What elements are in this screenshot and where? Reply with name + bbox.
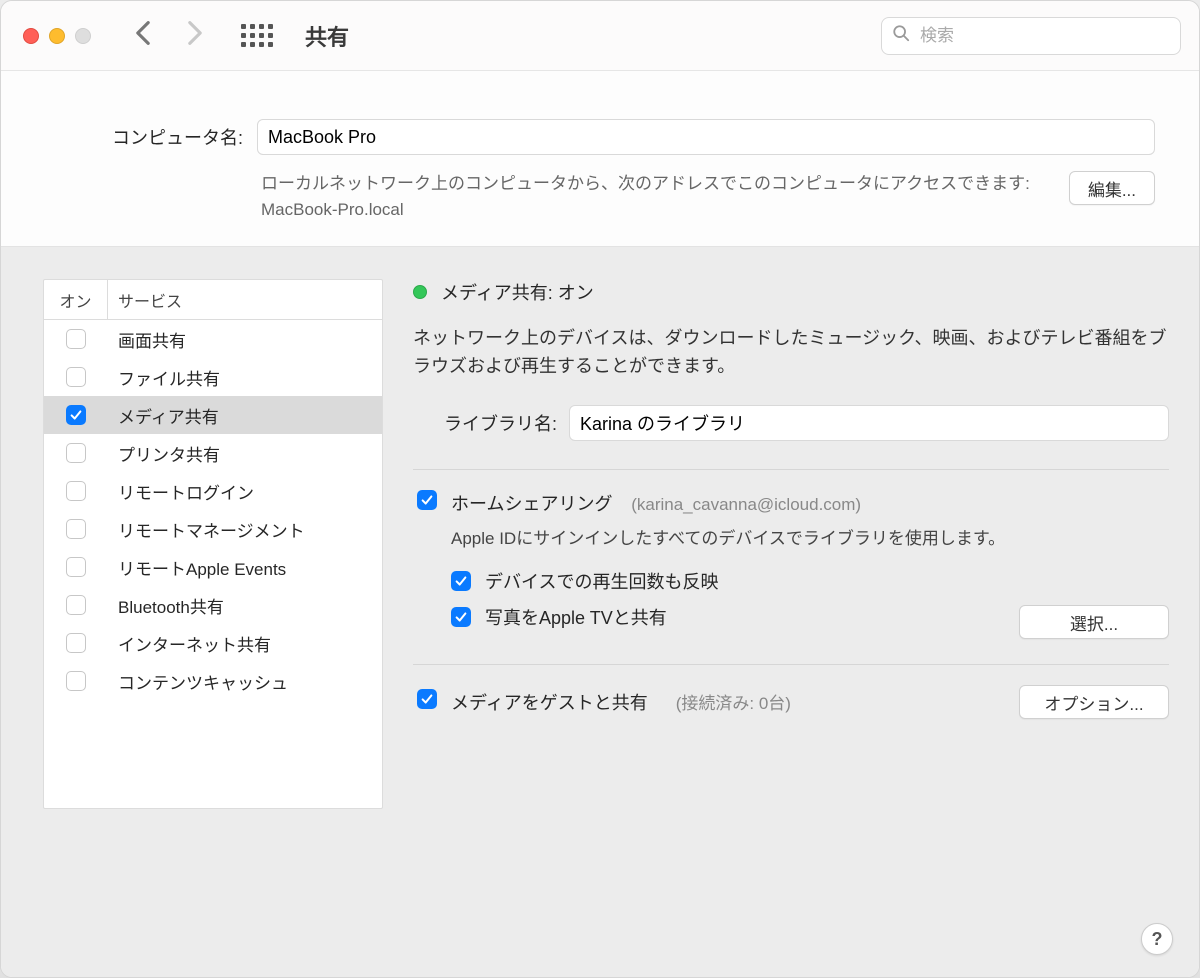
service-item[interactable]: メディア共有 xyxy=(44,396,382,434)
service-name: ファイル共有 xyxy=(108,365,382,390)
service-name: Bluetooth共有 xyxy=(108,593,382,618)
service-checkbox[interactable] xyxy=(66,481,86,501)
photos-label: 写真をApple TVと共有 xyxy=(485,604,667,630)
photos-select-button[interactable]: 選択... xyxy=(1019,605,1169,639)
maximize-window-button xyxy=(75,28,91,44)
library-name-label: ライブラリ名: xyxy=(413,410,569,436)
service-item[interactable]: Bluetooth共有 xyxy=(44,586,382,624)
service-checkbox[interactable] xyxy=(66,595,86,615)
computer-name-description: ローカルネットワーク上のコンピュータから、次のアドレスでこのコンピュータにアクセ… xyxy=(257,171,1051,222)
playcount-checkbox[interactable] xyxy=(451,571,471,591)
service-item[interactable]: 画面共有 xyxy=(44,320,382,358)
service-checkbox[interactable] xyxy=(66,519,86,539)
status-text: メディア共有: オン xyxy=(441,279,594,305)
guest-sharing-checkbox[interactable] xyxy=(417,689,437,709)
guest-sharing-status: (接続済み: 0台) xyxy=(676,689,791,714)
service-checkbox[interactable] xyxy=(66,329,86,349)
service-item[interactable]: インターネット共有 xyxy=(44,624,382,662)
close-window-button[interactable] xyxy=(23,28,39,44)
service-checkbox[interactable] xyxy=(66,367,86,387)
status-row: メディア共有: オン xyxy=(413,279,1169,305)
service-checkbox[interactable] xyxy=(66,405,86,425)
service-checkbox[interactable] xyxy=(66,557,86,577)
service-item[interactable]: コンテンツキャッシュ xyxy=(44,662,382,700)
service-name: コンテンツキャッシュ xyxy=(108,669,382,694)
sidebar-col-on: オン xyxy=(44,280,108,319)
service-name: リモートマネージメント xyxy=(108,517,382,542)
minimize-window-button[interactable] xyxy=(49,28,65,44)
guest-sharing-row: メディアをゲストと共有 (接続済み: 0台) オプション... xyxy=(413,685,1169,719)
computer-name-section: コンピュータ名: ローカルネットワーク上のコンピュータから、次のアドレスでこのコ… xyxy=(1,71,1199,247)
edit-button[interactable]: 編集... xyxy=(1069,171,1155,205)
titlebar: 共有 xyxy=(1,1,1199,71)
service-checkbox[interactable] xyxy=(66,633,86,653)
status-indicator-icon xyxy=(413,285,427,299)
home-sharing-label: ホームシェアリング xyxy=(451,494,612,514)
back-button[interactable] xyxy=(135,20,151,51)
divider xyxy=(413,469,1169,470)
show-all-icon[interactable] xyxy=(241,24,273,47)
main-content: オン サービス 画面共有ファイル共有メディア共有プリンタ共有リモートログインリモ… xyxy=(1,247,1199,977)
services-list: 画面共有ファイル共有メディア共有プリンタ共有リモートログインリモートマネージメン… xyxy=(44,320,382,808)
service-name: プリンタ共有 xyxy=(108,441,382,466)
search-input[interactable] xyxy=(918,25,1170,47)
home-sharing-checkbox[interactable] xyxy=(417,490,437,510)
home-sharing-account: (karina_cavanna@icloud.com) xyxy=(631,495,861,514)
services-sidebar: オン サービス 画面共有ファイル共有メディア共有プリンタ共有リモートログインリモ… xyxy=(43,279,383,809)
service-item[interactable]: リモートログイン xyxy=(44,472,382,510)
service-item[interactable]: リモートマネージメント xyxy=(44,510,382,548)
playcount-label: デバイスでの再生回数も反映 xyxy=(485,568,718,594)
service-checkbox[interactable] xyxy=(66,443,86,463)
sidebar-header: オン サービス xyxy=(44,280,382,320)
sidebar-col-service: サービス xyxy=(108,288,382,312)
service-name: メディア共有 xyxy=(108,403,382,428)
service-name: インターネット共有 xyxy=(108,631,382,656)
computer-name-input[interactable] xyxy=(257,119,1155,155)
home-sharing-row: ホームシェアリング (karina_cavanna@icloud.com) Ap… xyxy=(413,490,1169,640)
service-item[interactable]: リモートApple Events xyxy=(44,548,382,586)
guest-options-button[interactable]: オプション... xyxy=(1019,685,1169,719)
guest-sharing-label: メディアをゲストと共有 xyxy=(451,689,648,715)
service-name: リモートApple Events xyxy=(108,555,382,580)
service-name: リモートログイン xyxy=(108,479,382,504)
service-checkbox[interactable] xyxy=(66,671,86,691)
service-item[interactable]: ファイル共有 xyxy=(44,358,382,396)
library-name-input[interactable] xyxy=(569,405,1169,441)
window-title: 共有 xyxy=(305,20,349,52)
forward-button[interactable] xyxy=(187,20,203,51)
computer-name-label: コンピュータ名: xyxy=(45,124,257,150)
home-sharing-description: Apple IDにサインインしたすべてのデバイスでライブラリを使用します。 xyxy=(451,526,1169,552)
detail-pane: メディア共有: オン ネットワーク上のデバイスは、ダウンロードしたミュージック、… xyxy=(383,247,1199,977)
photos-checkbox[interactable] xyxy=(451,607,471,627)
divider xyxy=(413,664,1169,665)
service-description: ネットワーク上のデバイスは、ダウンロードしたミュージック、映画、およびテレビ番組… xyxy=(413,325,1169,381)
service-name: 画面共有 xyxy=(108,327,382,352)
search-icon xyxy=(892,24,910,47)
help-button[interactable]: ? xyxy=(1141,923,1173,955)
search-box[interactable] xyxy=(881,17,1181,55)
window-controls xyxy=(23,28,91,44)
nav-arrows xyxy=(135,20,203,51)
sharing-preferences-window: 共有 コンピュータ名: ローカルネットワーク上のコンピュータから、次のアドレスで… xyxy=(0,0,1200,978)
service-item[interactable]: プリンタ共有 xyxy=(44,434,382,472)
